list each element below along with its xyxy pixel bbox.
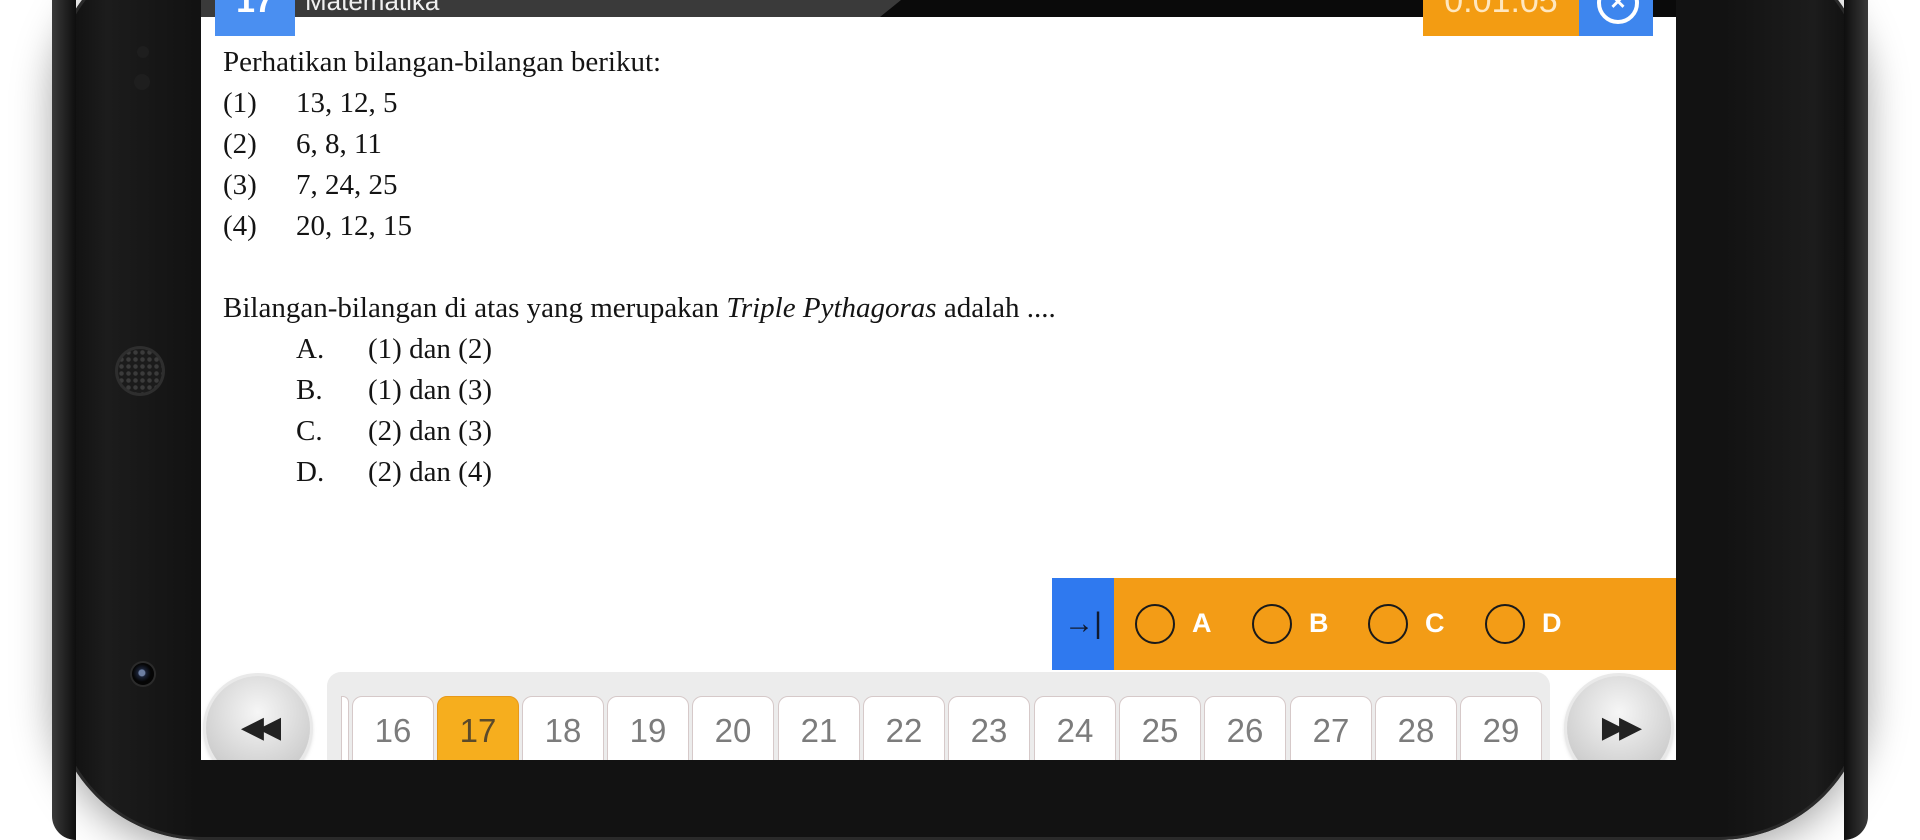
stem-text-italic: Triple Pythagoras <box>726 292 937 324</box>
page-button-partial[interactable] <box>341 696 349 760</box>
answer-choice-label: A <box>1192 608 1212 638</box>
option-item: A. (1) dan (2) <box>296 333 492 366</box>
page-button[interactable]: 23 <box>948 696 1030 760</box>
page-button[interactable]: 24 <box>1034 696 1116 760</box>
answer-choice-label: B <box>1309 608 1329 638</box>
option-item: B. (1) dan (3) <box>296 374 492 407</box>
question-number-badge: 17 <box>215 0 295 36</box>
option-letter: A. <box>296 333 325 365</box>
statement-index: (1) <box>223 87 257 119</box>
statement-item: (3) 7, 24, 25 <box>223 169 398 202</box>
countdown-timer: 0:01:05 <box>1423 0 1579 36</box>
page-button[interactable]: 21 <box>778 696 860 760</box>
statement-index: (2) <box>223 128 257 160</box>
exam-screen: 17 Matematika 0:01:05 × Perhatikan bilan… <box>201 0 1676 760</box>
option-text: (2) dan (3) <box>368 415 493 447</box>
page-button[interactable]: 16 <box>352 696 434 760</box>
page-button[interactable]: 27 <box>1290 696 1372 760</box>
radio-icon[interactable] <box>1252 604 1292 644</box>
statement-item: (1) 13, 12, 5 <box>223 87 398 120</box>
page-button[interactable]: 20 <box>692 696 774 760</box>
collapse-answer-bar-button[interactable]: →| <box>1052 578 1114 670</box>
page-button[interactable]: 25 <box>1119 696 1201 760</box>
page-button[interactable]: 18 <box>522 696 604 760</box>
proximity-sensor <box>137 46 149 58</box>
statement-text: 7, 24, 25 <box>296 169 398 201</box>
close-button[interactable]: × <box>1579 0 1653 36</box>
statement-text: 20, 12, 15 <box>296 210 412 242</box>
question-number: 17 <box>236 0 274 20</box>
tablet-right-edge <box>1844 0 1868 840</box>
option-item: C. (2) dan (3) <box>296 415 492 448</box>
option-text: (1) dan (2) <box>368 333 493 365</box>
light-sensor <box>134 74 150 90</box>
tablet-left-edge <box>52 0 76 840</box>
close-icon[interactable]: × <box>1597 0 1639 24</box>
radio-icon[interactable] <box>1368 604 1408 644</box>
page-button[interactable]: 19 <box>607 696 689 760</box>
timer-value: 0:01:05 <box>1444 0 1558 20</box>
option-item: D. (2) dan (4) <box>296 456 492 489</box>
arrow-to-bar-icon[interactable]: →| <box>1064 607 1102 640</box>
fast-forward-icon[interactable]: ▶▶ <box>1602 711 1642 744</box>
page-button[interactable]: 29 <box>1460 696 1542 760</box>
front-camera <box>132 663 154 685</box>
rewind-icon[interactable]: ◀◀ <box>241 711 281 744</box>
question-stem: Bilangan-bilangan di atas yang merupakan… <box>223 292 1056 325</box>
statement-index: (3) <box>223 169 257 201</box>
page-button[interactable]: 26 <box>1204 696 1286 760</box>
option-letter: C. <box>296 415 323 447</box>
answer-choice-label: D <box>1542 608 1562 638</box>
page-button-active[interactable]: 17 <box>437 696 519 760</box>
answer-bar: →| A B C D <box>1052 578 1676 670</box>
statement-index: (4) <box>223 210 257 242</box>
page-button[interactable]: 28 <box>1375 696 1457 760</box>
stem-text-after: adalah .... <box>936 292 1056 324</box>
statement-item: (2) 6, 8, 11 <box>223 128 382 161</box>
speaker-grille <box>118 349 162 393</box>
statement-item: (4) 20, 12, 15 <box>223 210 412 243</box>
radio-icon[interactable] <box>1485 604 1525 644</box>
question-intro: Perhatikan bilangan-bilangan berikut: <box>223 46 662 78</box>
radio-icon[interactable] <box>1135 604 1175 644</box>
answer-choice-label: C <box>1425 608 1445 638</box>
option-letter: B. <box>296 374 323 406</box>
previous-pages-button[interactable]: ◀◀ <box>206 676 310 760</box>
stem-text-before: Bilangan-bilangan di atas yang merupakan <box>223 292 727 324</box>
subject-title: Matematika <box>305 0 440 16</box>
page-button[interactable]: 22 <box>863 696 945 760</box>
option-text: (1) dan (3) <box>368 374 493 406</box>
statement-text: 13, 12, 5 <box>296 87 398 119</box>
next-pages-button[interactable]: ▶▶ <box>1567 676 1671 760</box>
option-letter: D. <box>296 456 325 488</box>
statement-text: 6, 8, 11 <box>296 128 382 160</box>
option-text: (2) dan (4) <box>368 456 493 488</box>
